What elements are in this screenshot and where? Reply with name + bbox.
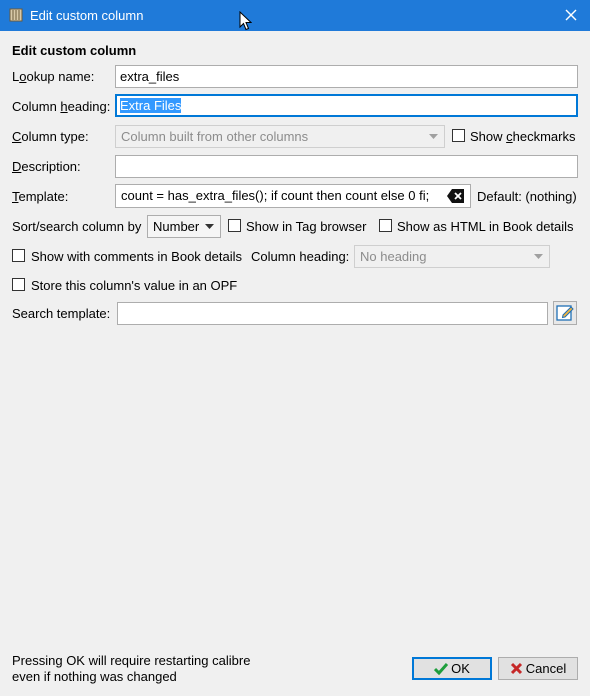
show-with-comments-checkbox[interactable] xyxy=(12,249,25,262)
cancel-button[interactable]: Cancel xyxy=(498,657,578,680)
ok-label: OK xyxy=(451,661,470,676)
lookup-name-input[interactable]: extra_files xyxy=(115,65,578,88)
comments-heading-select[interactable]: No heading xyxy=(354,245,550,268)
sort-search-label: Sort/search column by xyxy=(12,219,142,234)
description-input[interactable] xyxy=(115,155,578,178)
search-template-input[interactable] xyxy=(117,302,548,325)
cancel-icon xyxy=(510,662,522,675)
show-checkmarks-checkbox[interactable] xyxy=(452,129,465,142)
store-opf-checkbox[interactable] xyxy=(12,278,25,291)
restart-note-line1: Pressing OK will require restarting cali… xyxy=(12,653,251,668)
sort-search-value: Number xyxy=(153,219,200,234)
checkmark-icon xyxy=(434,663,449,676)
chevron-down-icon xyxy=(205,224,214,229)
comments-heading-label: Column heading: xyxy=(251,249,350,264)
restart-note-line2: even if nothing was changed xyxy=(12,669,177,684)
restart-note: Pressing OK will require restarting cali… xyxy=(12,653,250,685)
column-heading-input[interactable]: Extra Files xyxy=(115,94,578,117)
chevron-down-icon xyxy=(429,134,438,139)
chevron-down-icon xyxy=(534,254,543,259)
show-in-tag-browser-label: Show in Tag browser xyxy=(246,219,367,234)
cancel-label: Cancel xyxy=(525,661,567,676)
clear-icon[interactable] xyxy=(447,188,465,204)
window-title: Edit custom column xyxy=(30,8,144,23)
description-label: Description: xyxy=(12,159,81,174)
selected-text: Extra Files xyxy=(120,98,182,113)
title-bar: Edit custom column xyxy=(0,0,590,31)
show-checkmarks-label: Show checkmarks xyxy=(470,129,576,144)
close-icon[interactable] xyxy=(560,4,582,26)
template-label: Template: xyxy=(12,189,69,204)
column-type-value: Column built from other columns xyxy=(121,129,309,144)
ok-button[interactable]: OK xyxy=(412,657,492,680)
column-heading-label: Column heading: xyxy=(12,99,111,114)
column-type-label: Column type: xyxy=(12,129,89,144)
show-with-comments-label: Show with comments in Book details xyxy=(31,249,242,264)
mouse-cursor-icon xyxy=(239,11,252,31)
column-type-select[interactable]: Column built from other columns xyxy=(115,125,445,148)
edit-template-button[interactable] xyxy=(553,301,577,325)
template-input[interactable]: count = has_extra_files(); if count then… xyxy=(115,184,471,208)
sort-search-select[interactable]: Number xyxy=(147,215,221,238)
search-template-label: Search template: xyxy=(12,306,111,321)
dialog-heading: Edit custom column xyxy=(12,43,137,58)
calibre-library-icon xyxy=(9,8,23,22)
template-default-label: Default: (nothing) xyxy=(477,189,577,204)
store-opf-label: Store this column's value in an OPF xyxy=(31,278,238,293)
template-value: count = has_extra_files(); if count then… xyxy=(121,188,430,203)
show-in-tag-browser-checkbox[interactable] xyxy=(228,219,241,232)
edit-icon xyxy=(556,305,574,321)
comments-heading-value: No heading xyxy=(360,249,427,264)
show-as-html-checkbox[interactable] xyxy=(379,219,392,232)
lookup-name-label: Lookup name: xyxy=(12,69,95,84)
show-as-html-label: Show as HTML in Book details xyxy=(397,219,574,234)
